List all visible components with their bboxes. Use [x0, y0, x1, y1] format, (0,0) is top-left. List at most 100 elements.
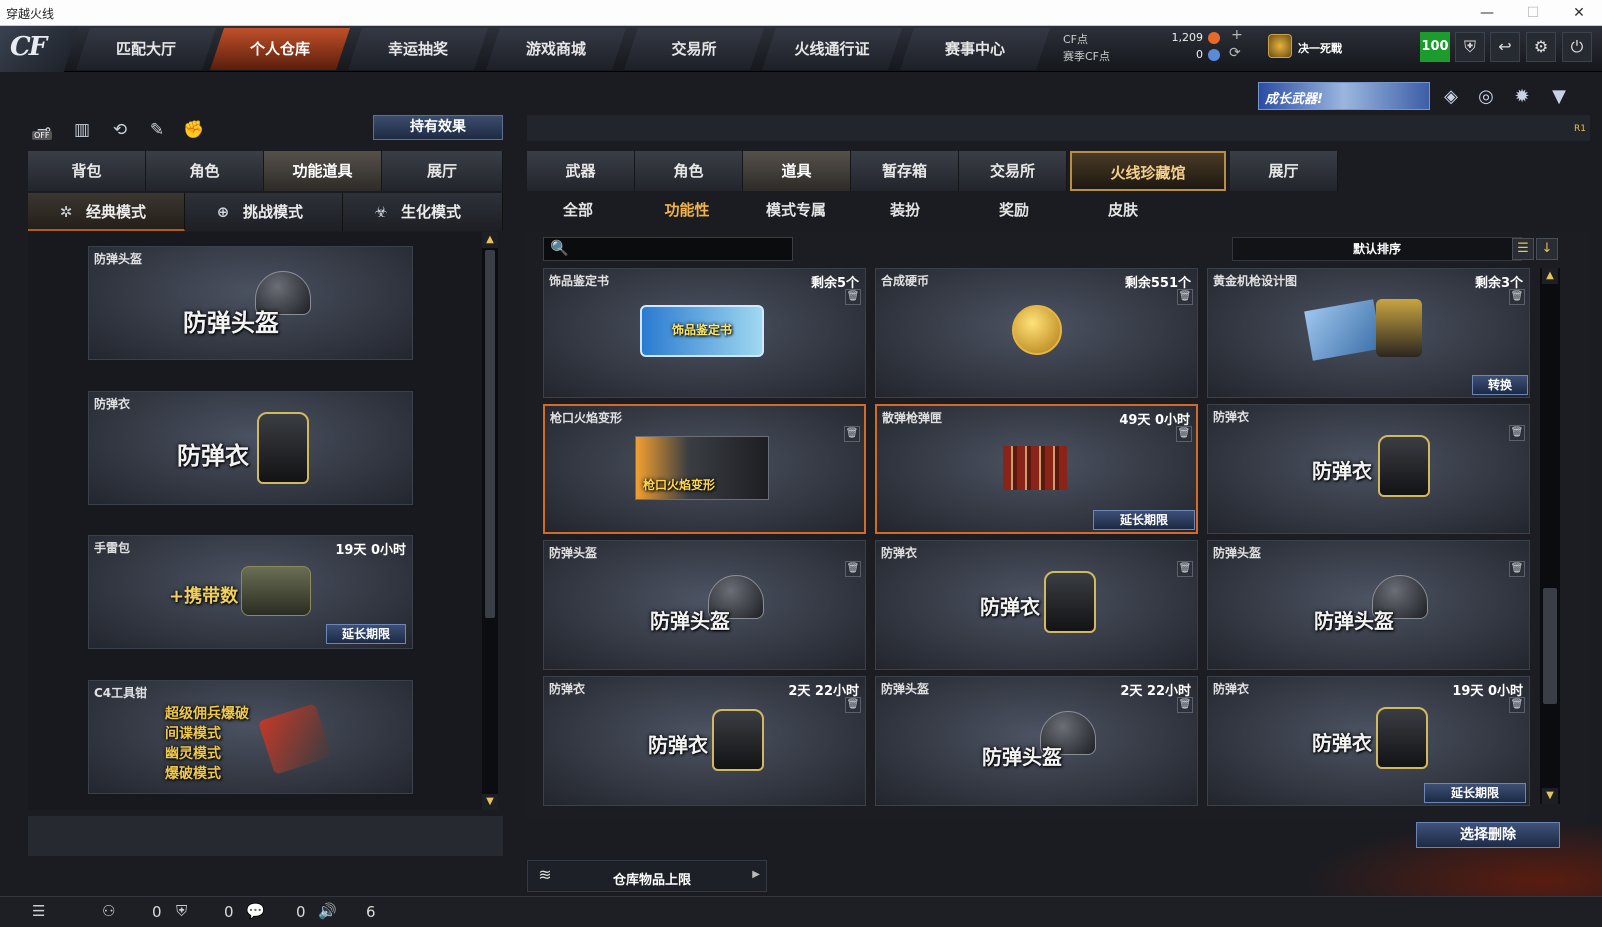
globe-icon[interactable]: ◎	[1472, 84, 1500, 110]
minimize-button[interactable]: —	[1464, 0, 1510, 26]
add-points-icon[interactable]: +	[1231, 27, 1243, 43]
nav-tab-battle-pass[interactable]: 火线通行证	[762, 28, 902, 70]
trash-icon[interactable]: 🗑	[845, 697, 861, 713]
trash-icon[interactable]: 🗑	[1509, 289, 1525, 305]
item-card[interactable]: 散弹枪弹匣 49天 0小时 🗑 延长期限	[875, 404, 1198, 534]
nav-tab-game-shop[interactable]: 游戏商城	[486, 28, 626, 70]
maximize-button[interactable]: ☐	[1510, 0, 1556, 26]
friends-icon[interactable]: ⚇	[102, 902, 115, 920]
item-card[interactable]: 防弹衣 19天 0小时 🗑 防弹衣 延长期限	[1207, 676, 1530, 806]
left-item-card[interactable]: C4工具钳 超级佣兵爆破 间谍模式 幽灵模式 爆破模式	[88, 680, 413, 794]
emblem-icon[interactable]: ◈	[1437, 84, 1465, 110]
left-item-card[interactable]: 防弹衣 防弹衣	[88, 391, 413, 505]
sort-order-icon[interactable]: ↓	[1536, 238, 1558, 260]
scroll-up-icon[interactable]: ▲	[482, 232, 498, 248]
trash-icon[interactable]: 🗑	[1177, 697, 1193, 713]
rank-info[interactable]: 决一死戰	[1268, 32, 1378, 64]
item-card[interactable]: 防弹衣 🗑 防弹衣	[1207, 404, 1530, 534]
trash-icon[interactable]: 🗑	[844, 426, 860, 442]
nav-tab-lucky-draw[interactable]: 幸运抽奖	[348, 28, 488, 70]
item-card[interactable]: 防弹头盔 🗑 防弹头盔	[1207, 540, 1530, 670]
nav-tab-match-lobby[interactable]: 匹配大厅	[76, 28, 216, 70]
trash-icon[interactable]: 🗑	[845, 561, 861, 577]
extend-button[interactable]: 延长期限	[1424, 783, 1526, 803]
history-icon[interactable]: ⟲	[106, 117, 134, 143]
right-tab-character[interactable]: 角色	[635, 151, 743, 191]
item-card[interactable]: 饰品鉴定书 剩余5个 🗑 饰品鉴定书	[543, 268, 866, 398]
mode-classic[interactable]: ✲ 经典模式	[28, 193, 185, 231]
search-input[interactable]: 🔍	[543, 237, 793, 261]
chat-icon[interactable]: 💬	[246, 902, 265, 920]
right-tab-exchange[interactable]: 交易所	[959, 151, 1067, 191]
trash-icon[interactable]: 🗑	[1177, 561, 1193, 577]
left-tab-backpack[interactable]: 背包	[28, 151, 146, 191]
scroll-up-icon[interactable]: ▲	[1542, 268, 1558, 284]
nav-tab-events[interactable]: 赛事中心	[900, 28, 1050, 70]
sort-dropdown[interactable]: 默认排序	[1232, 237, 1522, 261]
trash-icon[interactable]: 🗑	[1509, 425, 1525, 441]
item-card[interactable]: 防弹头盔 🗑 防弹头盔	[543, 540, 866, 670]
scroll-thumb[interactable]	[485, 250, 495, 618]
right-tab-gallery[interactable]: 展厅	[1230, 151, 1338, 191]
item-card[interactable]: 合成硬币 剩余551个 🗑	[875, 268, 1198, 398]
item-card[interactable]: 枪口火焰变形 🗑 枪口火焰变形	[543, 404, 866, 534]
subtab-skin[interactable]: 皮肤	[1073, 196, 1173, 224]
subtab-reward[interactable]: 奖励	[964, 196, 1064, 224]
power-icon[interactable]: ⏻	[1562, 32, 1592, 62]
stats-icon[interactable]: ▥	[68, 117, 96, 143]
c4-tool-icon	[257, 703, 333, 775]
trash-icon[interactable]: 🗑	[1509, 561, 1525, 577]
trash-icon[interactable]: 🗑	[1509, 697, 1525, 713]
item-card[interactable]: 防弹衣 🗑 防弹衣	[875, 540, 1198, 670]
scroll-thumb[interactable]	[1543, 588, 1557, 704]
gear-badge-icon[interactable]: ✹	[1508, 84, 1536, 110]
subtab-outfit[interactable]: 装扮	[855, 196, 955, 224]
extend-button[interactable]: 延长期限	[1093, 510, 1195, 530]
mode-biochemical[interactable]: ☣ 生化模式	[343, 193, 503, 231]
spray-icon[interactable]: ✎	[143, 117, 171, 143]
select-delete-button[interactable]: 选择删除	[1416, 822, 1560, 848]
subtab-mode-exclusive[interactable]: 模式专属	[746, 196, 846, 224]
left-item-card[interactable]: 防弹头盔 防弹头盔	[88, 246, 413, 360]
return-icon[interactable]: ↩	[1490, 32, 1520, 62]
subtab-functional[interactable]: 功能性	[637, 196, 737, 224]
left-tab-gallery[interactable]: 展厅	[382, 151, 503, 191]
shield-status-icon[interactable]: ⛨	[176, 902, 187, 920]
item-card[interactable]: 防弹头盔 2天 22小时 🗑 防弹头盔	[875, 676, 1198, 806]
nav-tab-personal-storage[interactable]: 个人仓库	[210, 28, 350, 70]
left-tab-function-items[interactable]: 功能道具	[264, 151, 382, 191]
item-card[interactable]: 防弹衣 2天 22小时 🗑 防弹衣	[543, 676, 866, 806]
mode-challenge[interactable]: ⊕ 挑战模式	[185, 193, 343, 231]
scroll-down-icon[interactable]: ▼	[1542, 788, 1558, 804]
nav-tab-exchange[interactable]: 交易所	[624, 28, 764, 70]
volume-icon[interactable]: 🔊	[318, 902, 337, 920]
right-tab-collection[interactable]: 火线珍藏馆	[1070, 151, 1226, 191]
scroll-down-icon[interactable]: ▼	[482, 794, 498, 810]
list-view-icon[interactable]: ☰	[1512, 238, 1534, 260]
trash-icon[interactable]: 🗑	[1177, 289, 1193, 305]
trash-icon[interactable]: 🗑	[845, 289, 861, 305]
convert-button[interactable]: 转换	[1472, 375, 1528, 395]
wing-icon[interactable]: ▼	[1545, 84, 1573, 110]
refresh-icon[interactable]: ⟳	[1229, 45, 1241, 61]
left-scrollbar[interactable]: ▲ ▼	[482, 232, 498, 810]
extend-button[interactable]: 延长期限	[326, 624, 406, 644]
close-button[interactable]: ✕	[1556, 0, 1602, 26]
left-item-card[interactable]: 手雷包 19天 0小时 +携带数 延长期限	[88, 535, 413, 649]
challenge-mode-icon: ⊕	[216, 203, 230, 221]
grenade-icon[interactable]: ✊	[180, 117, 208, 143]
capacity-bar[interactable]: ≋ 仓库物品上限 ▶	[527, 860, 767, 892]
shield-icon[interactable]: ⛨	[1455, 32, 1485, 62]
right-tab-temp-box[interactable]: 暂存箱	[851, 151, 959, 191]
right-tab-items[interactable]: 道具	[743, 151, 851, 191]
holding-effect-button[interactable]: 持有效果	[373, 115, 503, 140]
left-tab-character[interactable]: 角色	[146, 151, 264, 191]
trash-icon[interactable]: 🗑	[1176, 426, 1192, 442]
subtab-all[interactable]: 全部	[528, 196, 628, 224]
growth-weapon-banner[interactable]: 成长武器!	[1258, 82, 1430, 110]
settings-icon[interactable]: ⚙	[1526, 32, 1556, 62]
item-card[interactable]: 黄金机枪设计图 剩余3个 🗑 转换	[1207, 268, 1530, 398]
right-scrollbar[interactable]: ▲ ▼	[1540, 268, 1560, 804]
right-tab-weapons[interactable]: 武器	[527, 151, 635, 191]
menu-list-icon[interactable]: ☰	[32, 902, 45, 920]
